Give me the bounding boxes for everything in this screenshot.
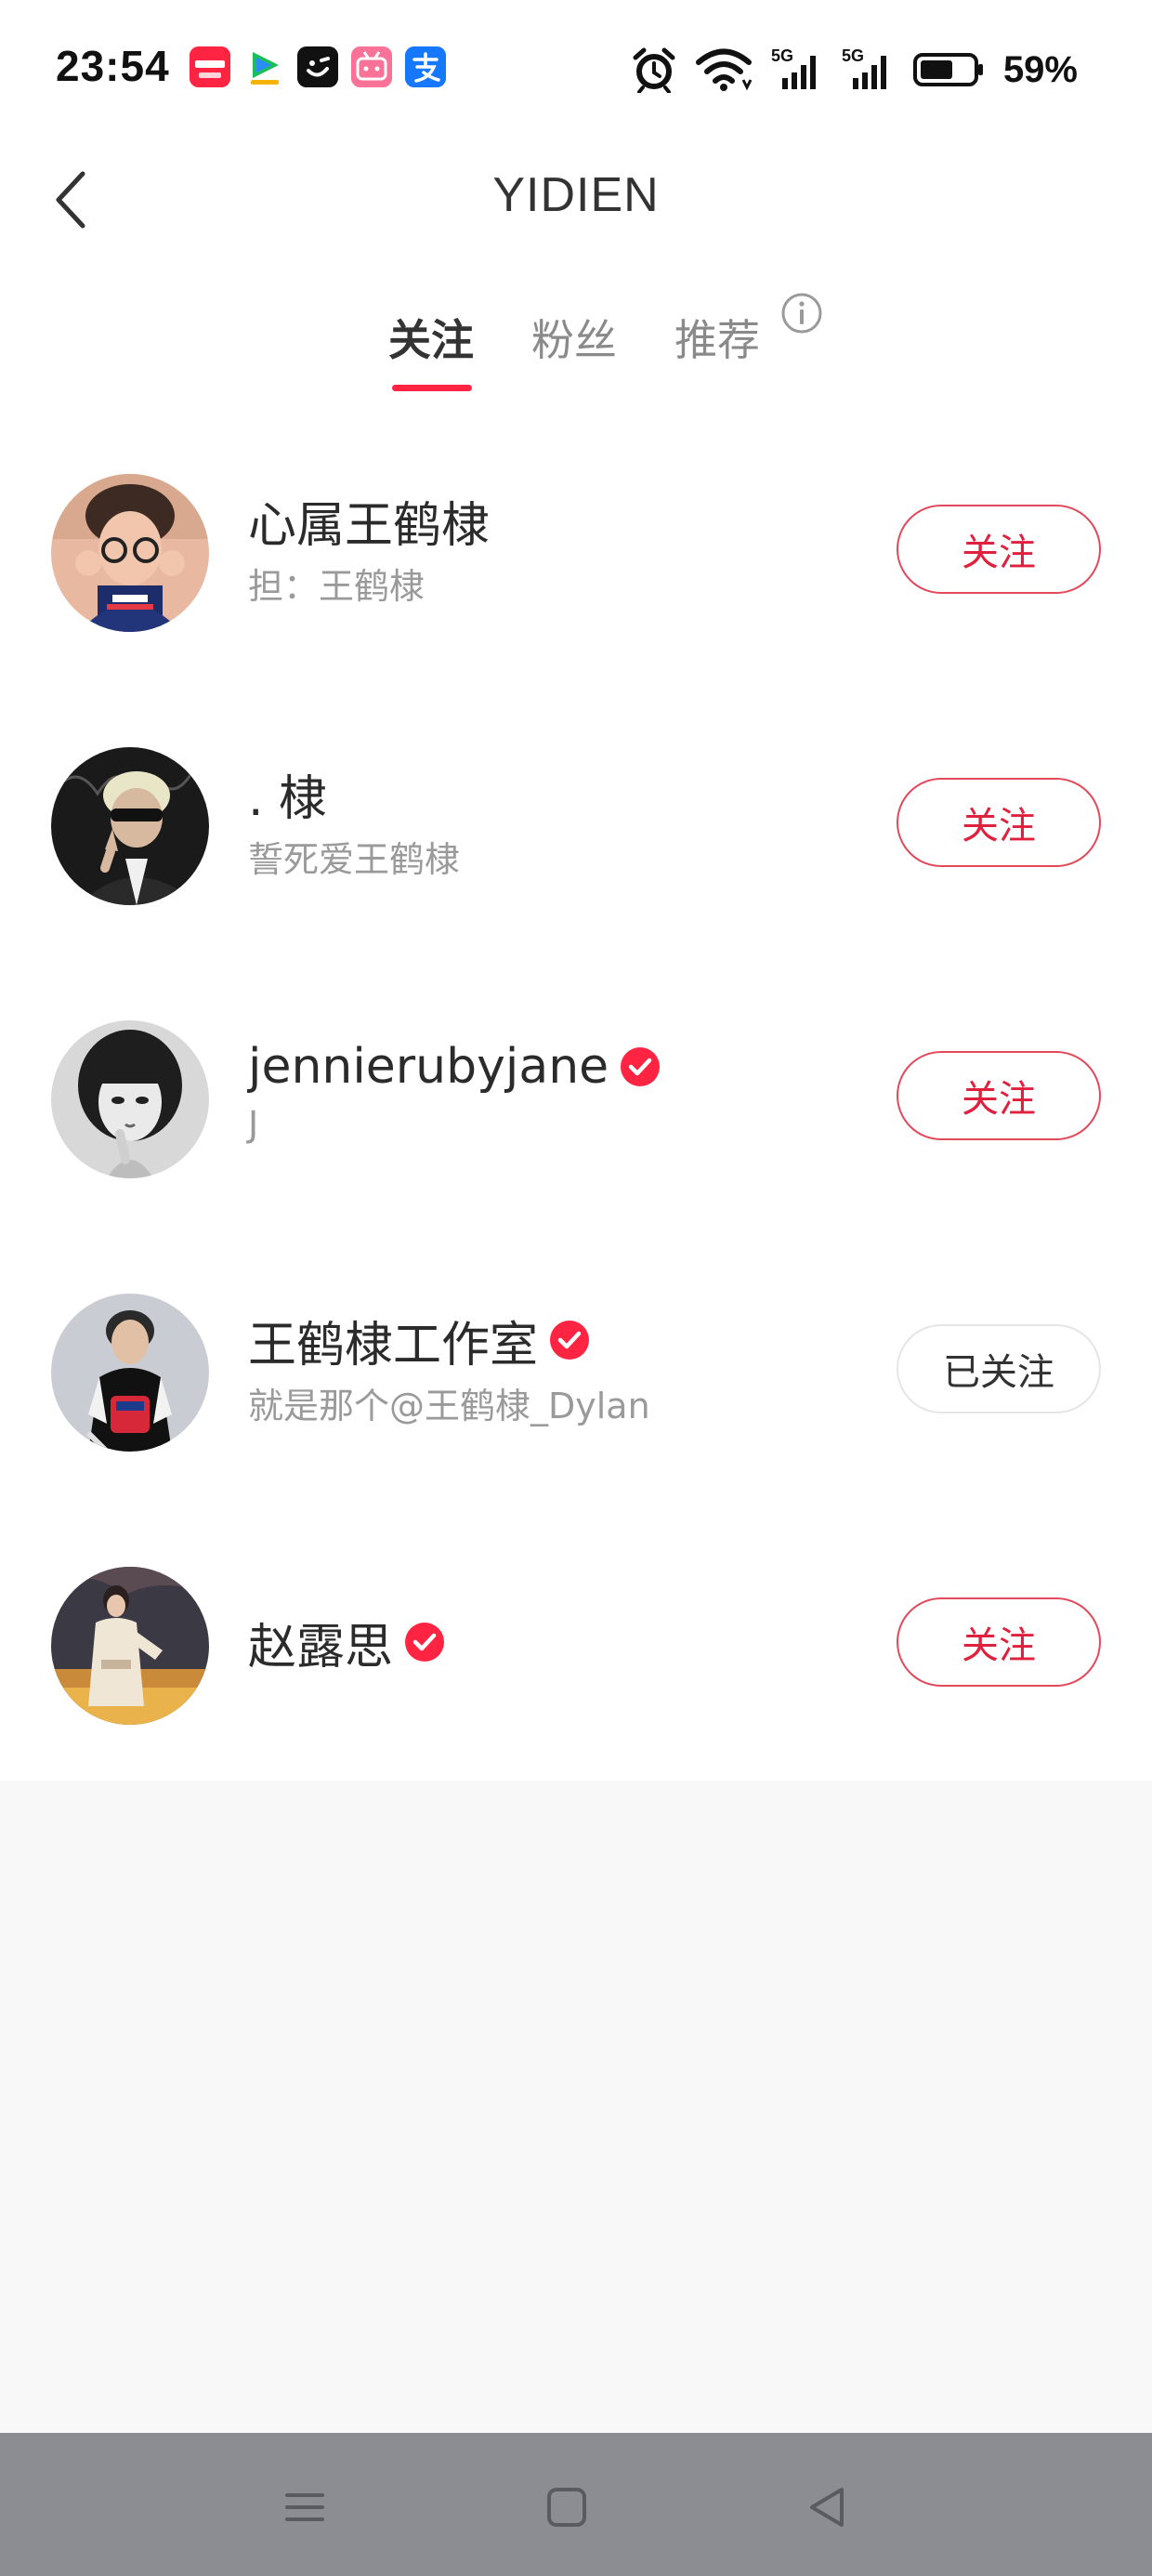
tencent-video-app-icon: [243, 46, 284, 87]
tab-following[interactable]: 关注: [388, 307, 474, 368]
follow-button[interactable]: 关注: [897, 1597, 1101, 1687]
user-name: 心属王鹤棣: [248, 497, 491, 554]
tab-recommended[interactable]: 推荐: [674, 307, 760, 368]
svg-text:5G: 5G: [771, 46, 793, 65]
user-name-row: 王鹤棣工作室: [248, 1308, 590, 1373]
user-description: 担：王鹤棣: [248, 566, 425, 607]
follow-button[interactable]: 关注: [897, 1051, 1101, 1140]
following-list: 心属王鹤棣 担：王鹤棣 关注 . 棣 誓死爱王鹤棣 关注 jennierubyj…: [0, 400, 1152, 1781]
avatar: [51, 747, 209, 905]
user-name-row: 心属王鹤棣: [248, 488, 491, 554]
avatar: [51, 474, 209, 632]
user-description: 就是那个@王鹤棣_Dylan: [248, 1386, 650, 1426]
xiaohongshu-app-icon: [190, 46, 230, 87]
user-name-row: jennierubyjane: [248, 1034, 661, 1099]
page-title: YIDIEN: [492, 168, 660, 222]
notification-icons: [190, 46, 446, 87]
signal-5g-icon: 5G: [771, 46, 816, 89]
user-name: 王鹤棣工作室: [248, 1317, 539, 1373]
user-name-row: . 棣: [248, 761, 328, 827]
signal-5g-icon: 5G: [842, 46, 886, 89]
active-tab-indicator: [392, 385, 472, 391]
back-triangle-icon: [810, 2488, 844, 2527]
home-square-icon: [547, 2488, 586, 2527]
verified-icon: [405, 1623, 445, 1662]
bilibili-app-icon: [351, 46, 392, 87]
list-item[interactable]: . 棣 誓死爱王鹤棣 关注: [0, 673, 1152, 946]
verified-icon: [621, 1047, 661, 1086]
list-item[interactable]: 赵露思 关注: [0, 1492, 1152, 1766]
battery-percentage: 59%: [1002, 48, 1078, 90]
wifi-icon: [695, 48, 753, 91]
battery-icon: [912, 53, 983, 86]
user-description: 誓死爱王鹤棣: [248, 839, 461, 880]
user-name: jennierubyjane: [248, 1039, 609, 1095]
alarm-icon: [633, 47, 675, 93]
follow-button[interactable]: 关注: [897, 505, 1101, 594]
user-name: 赵露思: [248, 1619, 394, 1676]
follow-button[interactable]: 关注: [897, 778, 1101, 867]
verified-icon: [550, 1321, 590, 1360]
following-button[interactable]: 已关注: [897, 1324, 1101, 1413]
system-status-icons: 5G 5G 59%: [632, 37, 1078, 102]
alipay-app-icon: [405, 46, 446, 87]
system-nav-bar: [0, 2433, 1152, 2576]
list-item[interactable]: jennierubyjane J 关注: [0, 946, 1152, 1219]
avatar: [51, 1294, 209, 1452]
avatar: [51, 1567, 209, 1725]
smile-app-icon: [297, 46, 338, 87]
status-time: 23:54: [56, 42, 170, 90]
user-description: J: [248, 1104, 259, 1145]
menu-button[interactable]: [272, 2475, 337, 2540]
header: YIDIEN 关注 粉丝 推荐: [0, 139, 1152, 400]
back-nav-button[interactable]: [795, 2475, 860, 2540]
svg-text:5G: 5G: [842, 46, 864, 65]
home-button[interactable]: [534, 2475, 599, 2540]
list-item[interactable]: 王鹤棣工作室 就是那个@王鹤棣_Dylan 已关注: [0, 1219, 1152, 1492]
user-name-row: 赵露思: [248, 1610, 445, 1676]
info-icon[interactable]: [780, 292, 823, 335]
tab-bar: 关注 粉丝 推荐: [0, 307, 1152, 400]
list-item[interactable]: 心属王鹤棣 担：王鹤棣 关注: [0, 400, 1152, 673]
avatar: [51, 1020, 209, 1178]
tab-followers[interactable]: 粉丝: [531, 307, 617, 368]
status-bar: 23:54 5G 5G 59%: [0, 0, 1152, 139]
user-name: . 棣: [248, 770, 328, 827]
screen: 23:54 5G 5G 59% YIDIEN 关注 粉丝 推荐 心属王鹤棣 担：…: [0, 0, 1152, 2576]
menu-icon: [285, 2493, 324, 2521]
